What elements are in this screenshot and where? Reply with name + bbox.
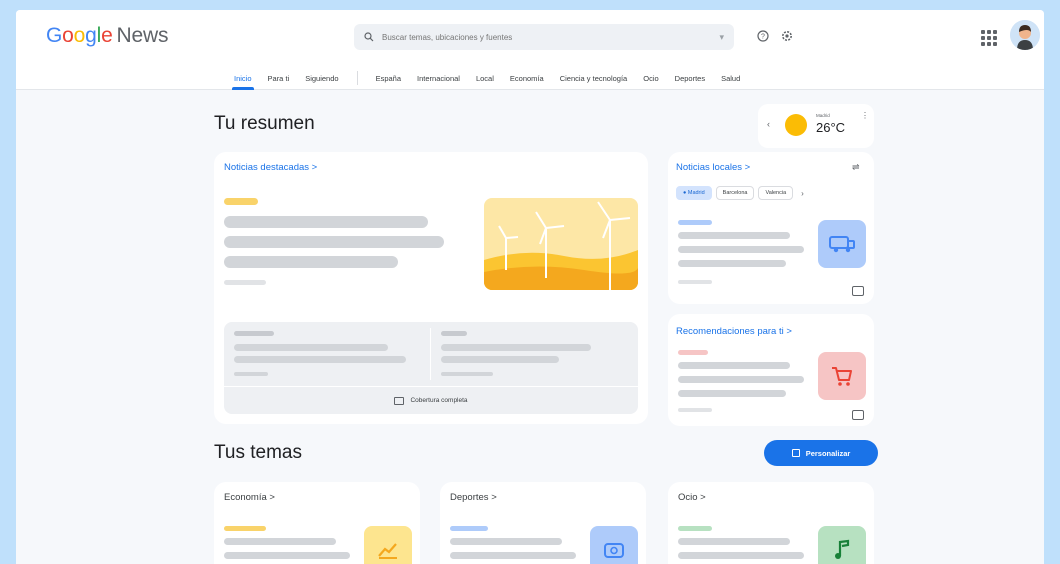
- full-coverage-link[interactable]: Cobertura completa: [224, 386, 638, 414]
- headline-placeholder: [224, 216, 428, 228]
- local-news-title[interactable]: Noticias locales >: [676, 162, 750, 173]
- category-placeholder: [678, 220, 712, 225]
- source-placeholder: [678, 280, 712, 284]
- tab-siguiendo[interactable]: Siguiendo: [297, 66, 346, 90]
- google-news-logo[interactable]: Google News: [46, 24, 168, 48]
- topic-card-title[interactable]: Economía >: [224, 492, 275, 503]
- settings-icon[interactable]: [778, 27, 796, 45]
- headline-placeholder: [678, 376, 804, 383]
- apps-grid-icon[interactable]: [978, 27, 997, 46]
- full-coverage-label: Cobertura completa: [410, 397, 468, 404]
- topic-card-title[interactable]: Ocio >: [678, 492, 706, 503]
- related-stories-panel: Cobertura completa: [224, 322, 638, 414]
- browser-frame: GoogleNews ▾ ? Inicio Para ti Sig: [16, 10, 1044, 564]
- help-icon[interactable]: ?: [754, 27, 772, 45]
- headline-placeholder: [678, 232, 790, 239]
- headline-placeholder: [224, 236, 444, 248]
- source-placeholder: [224, 280, 266, 285]
- headline-placeholder: [678, 538, 790, 545]
- headline-placeholder: [224, 538, 336, 545]
- tab-ciencia-tecnologia[interactable]: Ciencia y tecnología: [552, 66, 636, 90]
- full-coverage-icon[interactable]: [852, 410, 864, 420]
- category-placeholder: [224, 198, 258, 205]
- topic-card-deportes: Deportes >: [440, 482, 646, 564]
- headline-placeholder: [450, 552, 576, 559]
- chevron-right-icon[interactable]: ›: [801, 189, 804, 198]
- headline-placeholder: [224, 256, 398, 268]
- topics-heading: Tus temas: [214, 442, 302, 463]
- related-story[interactable]: [224, 322, 431, 386]
- account-avatar[interactable]: [1010, 20, 1040, 50]
- category-placeholder: [450, 526, 488, 531]
- svg-text:?: ?: [761, 34, 765, 41]
- section-nav: Inicio Para ti Siguiendo España Internac…: [226, 66, 748, 90]
- weather-temperature: 26°C: [816, 120, 846, 135]
- location-chips: ● Madrid Barcelona Valencia ›: [676, 186, 804, 200]
- recommendation-thumbnail[interactable]: [818, 352, 866, 400]
- category-placeholder: [678, 526, 712, 531]
- deportes-thumbnail[interactable]: [590, 526, 638, 564]
- search-bar[interactable]: ▾: [354, 24, 734, 50]
- headline-placeholder: [678, 362, 790, 369]
- headline-placeholder: [224, 552, 350, 559]
- tab-economia[interactable]: Economía: [502, 66, 552, 90]
- full-coverage-icon: [394, 396, 405, 405]
- chip-barcelona[interactable]: Barcelona: [715, 186, 755, 200]
- summary-heading: Tu resumen: [214, 113, 315, 134]
- customize-icon: [791, 449, 800, 457]
- recommendations-card: Recomendaciones para ti >: [668, 314, 874, 426]
- chevron-left-icon[interactable]: ‹: [767, 119, 770, 129]
- headline-placeholder: [678, 260, 786, 267]
- full-coverage-icon[interactable]: [852, 286, 864, 296]
- tab-salud[interactable]: Salud: [713, 66, 748, 90]
- tab-espana[interactable]: España: [368, 66, 409, 90]
- shopping-cart-icon: [832, 367, 852, 386]
- customize-button[interactable]: Personalizar: [764, 440, 878, 466]
- more-options-icon[interactable]: ⋮: [861, 111, 869, 120]
- recommendations-title[interactable]: Recomendaciones para ti >: [676, 326, 792, 337]
- headline-placeholder: [678, 246, 804, 253]
- source-placeholder: [678, 408, 712, 412]
- related-story[interactable]: [431, 322, 638, 386]
- tab-inicio[interactable]: Inicio: [226, 66, 260, 90]
- nav-divider: [356, 71, 358, 85]
- search-dropdown-icon[interactable]: ▾: [719, 32, 724, 43]
- featured-news-title[interactable]: Noticias destacadas >: [224, 162, 317, 173]
- economia-thumbnail[interactable]: [364, 526, 412, 564]
- headline-placeholder: [450, 538, 562, 545]
- chip-madrid[interactable]: ● Madrid: [676, 186, 712, 200]
- local-news-thumbnail[interactable]: [818, 220, 866, 268]
- chip-valencia[interactable]: Valencia: [758, 186, 794, 200]
- topic-card-ocio: Ocio >: [668, 482, 874, 564]
- topic-card-title[interactable]: Deportes >: [450, 492, 497, 503]
- tab-local[interactable]: Local: [468, 66, 502, 90]
- stadium-icon: [604, 543, 624, 558]
- headline-placeholder: [678, 552, 804, 559]
- search-input[interactable]: [382, 32, 720, 42]
- category-placeholder: [678, 350, 708, 355]
- weather-city: Madrid: [816, 113, 830, 118]
- featured-news-card: Noticias destacadas > Cobertura completa: [214, 152, 648, 424]
- weather-widget[interactable]: ‹ Madrid 26°C ⋮: [758, 104, 874, 148]
- tab-deportes[interactable]: Deportes: [667, 66, 713, 90]
- headline-placeholder: [678, 390, 786, 397]
- trend-chart-icon: [378, 543, 397, 559]
- top-bar: GoogleNews ▾ ? Inicio Para ti Sig: [16, 10, 1044, 90]
- bus-icon: [829, 236, 855, 253]
- local-news-card: Noticias locales > ⇌ ● Madrid Barcelona …: [668, 152, 874, 304]
- music-note-icon: [835, 539, 850, 559]
- tab-ocio[interactable]: Ocio: [635, 66, 666, 90]
- ocio-thumbnail[interactable]: [818, 526, 866, 564]
- category-placeholder: [224, 526, 266, 531]
- topic-card-economia: Economía >: [214, 482, 420, 564]
- wind-turbines-image[interactable]: [484, 198, 638, 290]
- tab-internacional[interactable]: Internacional: [409, 66, 468, 90]
- tab-para-ti[interactable]: Para ti: [260, 66, 298, 90]
- search-icon: [364, 32, 374, 42]
- tune-icon[interactable]: ⇌: [852, 162, 860, 173]
- sun-icon: [785, 114, 807, 136]
